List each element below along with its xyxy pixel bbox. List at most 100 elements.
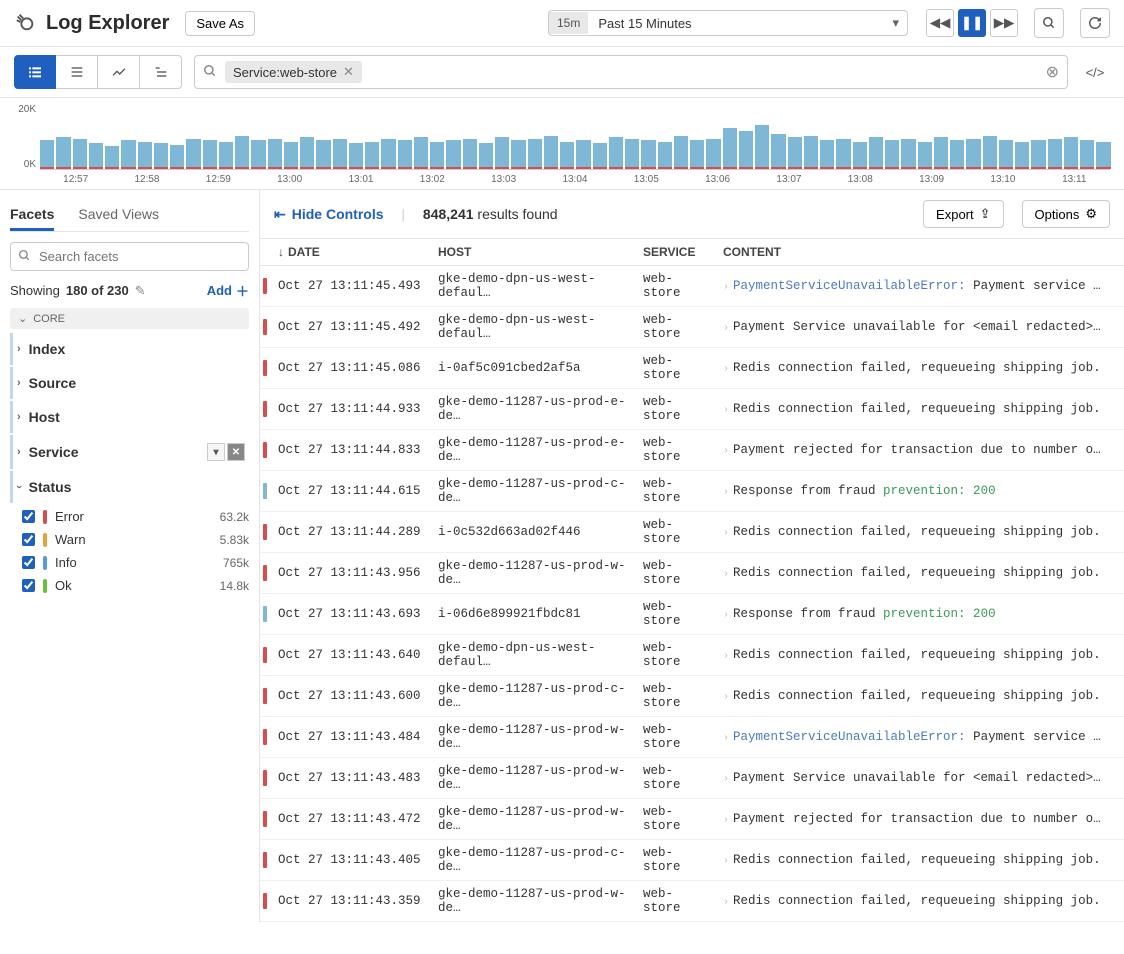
clear-search-icon[interactable]: ⊗ bbox=[1046, 62, 1059, 82]
chart-bar[interactable] bbox=[1064, 137, 1078, 169]
chart-bar[interactable] bbox=[918, 142, 932, 170]
chart-bar[interactable] bbox=[950, 140, 964, 169]
group-view-button[interactable] bbox=[56, 55, 98, 89]
status-row-error[interactable]: Error63.2k bbox=[22, 505, 249, 528]
chart-view-button[interactable] bbox=[98, 55, 140, 89]
col-host[interactable]: HOST bbox=[430, 239, 635, 265]
status-checkbox[interactable] bbox=[22, 579, 35, 592]
export-button[interactable]: Export ⇪ bbox=[923, 200, 1003, 228]
col-service[interactable]: SERVICE bbox=[635, 239, 715, 265]
chart-bar[interactable] bbox=[658, 142, 672, 170]
log-row[interactable]: Oct 27 13:11:44.615 gke-demo-11287-us-pr… bbox=[260, 471, 1124, 512]
edit-icon[interactable]: ✎ bbox=[135, 283, 146, 299]
chart-bar[interactable] bbox=[1015, 142, 1029, 170]
status-checkbox[interactable] bbox=[22, 510, 35, 523]
chart-bar[interactable] bbox=[219, 142, 233, 170]
chart-bar[interactable] bbox=[853, 142, 867, 170]
chart-bar[interactable] bbox=[641, 140, 655, 169]
chart-bar[interactable] bbox=[300, 137, 314, 169]
chart-bar[interactable] bbox=[836, 139, 850, 170]
pause-button[interactable]: ❚❚ bbox=[958, 9, 986, 37]
chart-bar[interactable] bbox=[479, 143, 493, 169]
chart-bar[interactable] bbox=[690, 140, 704, 169]
chart-bar[interactable] bbox=[869, 137, 883, 169]
log-row[interactable]: Oct 27 13:11:44.833 gke-demo-11287-us-pr… bbox=[260, 430, 1124, 471]
chart-bar[interactable] bbox=[804, 136, 818, 170]
log-row[interactable]: Oct 27 13:11:43.472 gke-demo-11287-us-pr… bbox=[260, 799, 1124, 840]
facet-group-core[interactable]: ⌄CORE bbox=[10, 308, 249, 329]
log-row[interactable]: Oct 27 13:11:44.933 gke-demo-11287-us-pr… bbox=[260, 389, 1124, 430]
chart-bar[interactable] bbox=[999, 140, 1013, 169]
search-button[interactable] bbox=[1034, 8, 1064, 38]
chart-bar[interactable] bbox=[885, 140, 899, 169]
chart-bar[interactable] bbox=[625, 139, 639, 170]
chart-bar[interactable] bbox=[40, 140, 54, 169]
chart-bar[interactable] bbox=[739, 131, 753, 169]
search-bar[interactable]: Service:web-store✕ ⊗ bbox=[194, 55, 1068, 89]
status-checkbox[interactable] bbox=[22, 533, 35, 546]
chart-bar[interactable] bbox=[56, 137, 70, 169]
filter-icon[interactable]: ▾ bbox=[207, 443, 225, 461]
chart-bar[interactable] bbox=[576, 140, 590, 169]
log-row[interactable]: Oct 27 13:11:43.640 gke-demo-dpn-us-west… bbox=[260, 635, 1124, 676]
chart-bar[interactable] bbox=[771, 134, 785, 169]
chart-bar[interactable] bbox=[154, 143, 168, 169]
chart-bar[interactable] bbox=[983, 136, 997, 170]
pattern-view-button[interactable] bbox=[140, 55, 182, 89]
status-row-warn[interactable]: Warn5.83k bbox=[22, 528, 249, 551]
chart-bar[interactable] bbox=[463, 139, 477, 170]
chart-bar[interactable] bbox=[89, 143, 103, 169]
add-facet-button[interactable]: Add ＋ bbox=[207, 281, 249, 300]
col-date[interactable]: ↓ DATE bbox=[270, 239, 430, 265]
tab-saved-views[interactable]: Saved Views bbox=[78, 200, 159, 231]
chart-bar[interactable] bbox=[560, 142, 574, 170]
search-filter-tag[interactable]: Service:web-store✕ bbox=[225, 61, 362, 83]
hide-controls-button[interactable]: ⇤Hide Controls bbox=[274, 206, 384, 223]
chart-bar[interactable] bbox=[349, 143, 363, 169]
chart-bar[interactable] bbox=[674, 136, 688, 170]
chart-bar[interactable] bbox=[170, 145, 184, 170]
facet-item-service[interactable]: ›Service▾✕ bbox=[10, 435, 249, 469]
log-row[interactable]: Oct 27 13:11:43.693 i-06d6e899921fbdc81 … bbox=[260, 594, 1124, 635]
chart-bar[interactable] bbox=[333, 139, 347, 170]
chart-bar[interactable] bbox=[73, 139, 87, 170]
chart-bar[interactable] bbox=[414, 137, 428, 169]
chart-bar[interactable] bbox=[316, 140, 330, 169]
log-row[interactable]: Oct 27 13:11:43.956 gke-demo-11287-us-pr… bbox=[260, 553, 1124, 594]
chart-bar[interactable] bbox=[593, 143, 607, 169]
chart-bar[interactable] bbox=[138, 142, 152, 170]
save-as-button[interactable]: Save As bbox=[185, 11, 255, 36]
chart-bar[interactable] bbox=[495, 137, 509, 169]
list-view-button[interactable] bbox=[14, 55, 56, 89]
log-row[interactable]: Oct 27 13:11:45.086 i-0af5c091cbed2af5a … bbox=[260, 348, 1124, 389]
chart-bar[interactable] bbox=[511, 140, 525, 169]
forward-button[interactable]: ▶▶ bbox=[990, 9, 1018, 37]
log-row[interactable]: Oct 27 13:11:44.289 i-0c532d663ad02f446 … bbox=[260, 512, 1124, 553]
chart-bar[interactable] bbox=[528, 139, 542, 170]
rewind-button[interactable]: ◀◀ bbox=[926, 9, 954, 37]
facet-item-index[interactable]: ›Index bbox=[10, 333, 249, 365]
chart-bar[interactable] bbox=[365, 142, 379, 170]
col-content[interactable]: CONTENT bbox=[715, 239, 1124, 265]
tag-remove-icon[interactable]: ✕ bbox=[343, 64, 354, 80]
chart-bar[interactable] bbox=[723, 128, 737, 169]
log-row[interactable]: Oct 27 13:11:43.483 gke-demo-11287-us-pr… bbox=[260, 758, 1124, 799]
chart-bar[interactable] bbox=[446, 140, 460, 169]
time-range-picker[interactable]: 15m Past 15 Minutes ▾ bbox=[548, 10, 908, 36]
tab-facets[interactable]: Facets bbox=[10, 200, 54, 231]
chart-bar[interactable] bbox=[706, 139, 720, 170]
code-view-button[interactable]: </> bbox=[1080, 57, 1110, 87]
chart-bar[interactable] bbox=[105, 146, 119, 169]
log-row[interactable]: Oct 27 13:11:43.600 gke-demo-11287-us-pr… bbox=[260, 676, 1124, 717]
chart-bar[interactable] bbox=[284, 142, 298, 170]
chart-bar[interactable] bbox=[186, 139, 200, 170]
facet-item-host[interactable]: ›Host bbox=[10, 401, 249, 433]
log-row[interactable]: Oct 27 13:11:43.405 gke-demo-11287-us-pr… bbox=[260, 840, 1124, 881]
chart-bar[interactable] bbox=[966, 139, 980, 170]
status-checkbox[interactable] bbox=[22, 556, 35, 569]
log-row[interactable]: Oct 27 13:11:43.484 gke-demo-11287-us-pr… bbox=[260, 717, 1124, 758]
log-row[interactable]: Oct 27 13:11:45.492 gke-demo-dpn-us-west… bbox=[260, 307, 1124, 348]
chart-bar[interactable] bbox=[235, 136, 249, 170]
chart-bar[interactable] bbox=[609, 137, 623, 169]
chart-bar[interactable] bbox=[1031, 140, 1045, 169]
